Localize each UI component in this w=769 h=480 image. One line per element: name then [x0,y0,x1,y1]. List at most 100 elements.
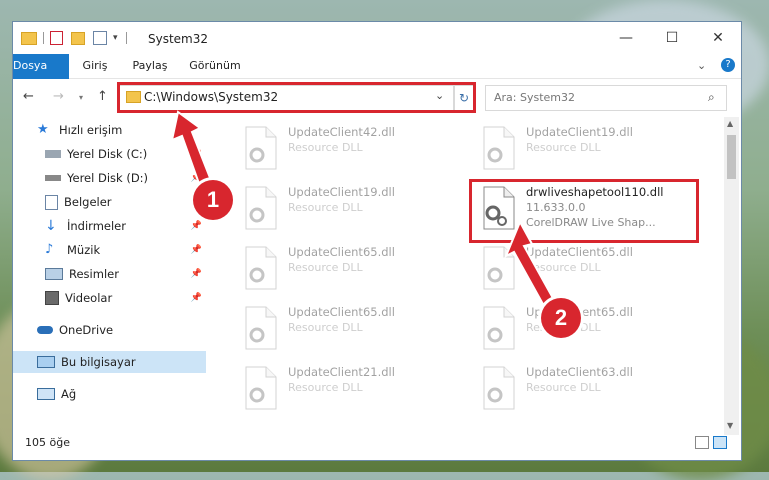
tab-paylas[interactable]: Paylaş [125,54,175,78]
list-item[interactable]: UpdateClient21.dll Resource DLL [238,365,463,413]
pin-icon[interactable]: 📌 [191,149,202,159]
up-arrow-icon[interactable]: ↑ [97,89,108,104]
dll-file-icon [238,125,280,171]
dll-file-icon [238,245,280,291]
download-icon: ↓ [45,218,57,234]
file-name: UpdateClient65.dll [288,305,395,319]
list-item[interactable]: UpdateClient65.dll Resource DLL [476,245,701,293]
sidebar-item-this-pc[interactable]: Bu bilgisayar [13,351,206,373]
back-arrow-icon[interactable]: ← [23,89,34,104]
scroll-thumb[interactable] [727,135,736,179]
file-type: Resource DLL [526,141,601,154]
help-button[interactable]: ? [721,58,735,72]
network-icon [37,388,55,400]
sidebar-item-disk-d[interactable]: Yerel Disk (D:) 📌 [45,167,206,189]
file-name: UpdateClient65.dll [526,245,633,259]
dll-file-icon [476,245,518,291]
list-item[interactable]: UpdateClient65.dll Resource DLL [238,245,463,293]
dll-file-icon [238,185,280,231]
step-2-badge: 2 [541,298,581,338]
search-input[interactable]: Ara: System32 [494,91,575,104]
recent-locations-icon[interactable]: ▾ [79,93,83,102]
file-type: Resource DLL [288,261,363,274]
quick-access-toolbar: ▾ [21,31,135,45]
file-list: UpdateClient42.dll Resource DLL UpdateCli… [218,117,718,427]
sidebar-item-onedrive[interactable]: OneDrive [37,319,206,341]
sidebar-item-label: Müzik [67,243,101,257]
sidebar-item-label: Resimler [69,267,119,281]
dll-file-icon [238,305,280,351]
details-view-icon[interactable] [695,436,709,449]
cloud-icon [37,326,53,334]
sidebar-item-label: OneDrive [59,323,114,337]
window-title: System32 [148,32,209,46]
computer-icon [37,356,55,368]
properties-icon[interactable] [50,31,63,45]
new-folder-icon[interactable] [71,31,85,45]
close-button[interactable]: ✕ [695,26,741,50]
status-bar: 105 öğe [13,432,741,454]
explorer-window: ▾ System32 — ☐ ✕ Dosya Giriş Paylaş Görü… [13,22,741,460]
title-bar: ▾ System32 — ☐ ✕ [13,22,741,54]
expand-ribbon-icon[interactable]: ⌄ [697,59,706,72]
file-type: Resource DLL [288,381,363,394]
scroll-up-icon[interactable]: ▲ [727,119,733,128]
large-icons-view-icon[interactable] [713,436,727,449]
pin-icon[interactable]: 📌 [191,245,202,255]
sidebar-item-network[interactable]: Ağ [37,383,206,405]
pictures-icon [45,268,63,280]
chevron-down-icon[interactable]: ▾ [113,33,118,43]
file-name: UpdateClient65.dll [288,245,395,259]
pin-icon[interactable]: 📌 [191,269,202,279]
file-type: Resource DLL [288,201,363,214]
address-highlight-box [117,82,476,113]
sidebar-item-label: Yerel Disk (D:) [67,171,149,185]
navigation-pane: ★ Hızlı erişim Yerel Disk (C:) 📌 Yerel D… [13,117,209,417]
sidebar-item-documents[interactable]: Belgeler 📌 [45,191,206,213]
sidebar-item-downloads[interactable]: ↓ İndirmeler 📌 [45,215,206,237]
forward-arrow-icon[interactable]: → [53,89,64,104]
sidebar-item-label: Videolar [65,291,113,305]
view-options-icon[interactable] [93,31,107,45]
tab-giris[interactable]: Giriş [75,54,115,78]
file-name: UpdateClient19.dll [288,185,395,199]
pin-icon[interactable]: 📌 [191,173,202,183]
vertical-scrollbar[interactable]: ▲ ▼ [724,117,739,435]
ribbon-tabs: Dosya Giriş Paylaş Görünüm ⌄ ? [13,54,741,102]
sidebar-item-label: Yerel Disk (C:) [67,147,148,161]
pin-icon[interactable]: 📌 [191,221,202,231]
dll-file-icon [476,365,518,411]
sidebar-item-videos[interactable]: Videolar 📌 [45,287,206,309]
sidebar-item-label: İndirmeler [67,219,126,233]
star-icon: ★ [37,122,49,137]
list-item[interactable]: UpdateClient19.dll Resource DLL [476,125,701,173]
search-icon[interactable]: ⌕ [708,90,715,105]
file-name: UpdateClient19.dll [526,125,633,139]
list-item[interactable]: UpdateClient63.dll Resource DLL [476,365,701,413]
maximize-button[interactable]: ☐ [649,26,695,50]
sidebar-item-pictures[interactable]: Resimler 📌 [45,263,206,285]
sidebar-item-music[interactable]: ♪ Müzik 📌 [45,239,206,261]
sidebar-item-disk-c[interactable]: Yerel Disk (C:) 📌 [45,143,206,165]
file-type: Resource DLL [288,321,363,334]
item-count: 105 öğe [25,436,70,449]
tab-gorunum[interactable]: Görünüm [185,54,245,78]
pin-icon[interactable]: 📌 [191,293,202,303]
file-type: Resource DLL [526,261,601,274]
file-name: UpdateClient63.dll [526,365,633,379]
list-item[interactable]: UpdateClient19.dll Resource DLL [238,185,463,233]
drive-icon [45,175,61,181]
search-box[interactable]: Ara: System32 ⌕ [485,85,727,111]
sidebar-item-label: Hızlı erişim [59,123,123,137]
list-item[interactable]: UpdateClient42.dll Resource DLL [238,125,463,173]
file-type: Resource DLL [288,141,363,154]
file-highlight-box [469,179,699,243]
minimize-button[interactable]: — [603,26,649,50]
music-icon: ♪ [45,242,54,257]
list-item[interactable]: UpdateClient65.dll Resource DLL [238,305,463,353]
sidebar-item-quick-access[interactable]: ★ Hızlı erişim [37,119,230,141]
list-item[interactable]: UpdateClient65.dllResource DLL [476,305,701,353]
video-icon [45,291,59,305]
documents-icon [45,194,58,210]
scroll-down-icon[interactable]: ▼ [727,421,733,430]
